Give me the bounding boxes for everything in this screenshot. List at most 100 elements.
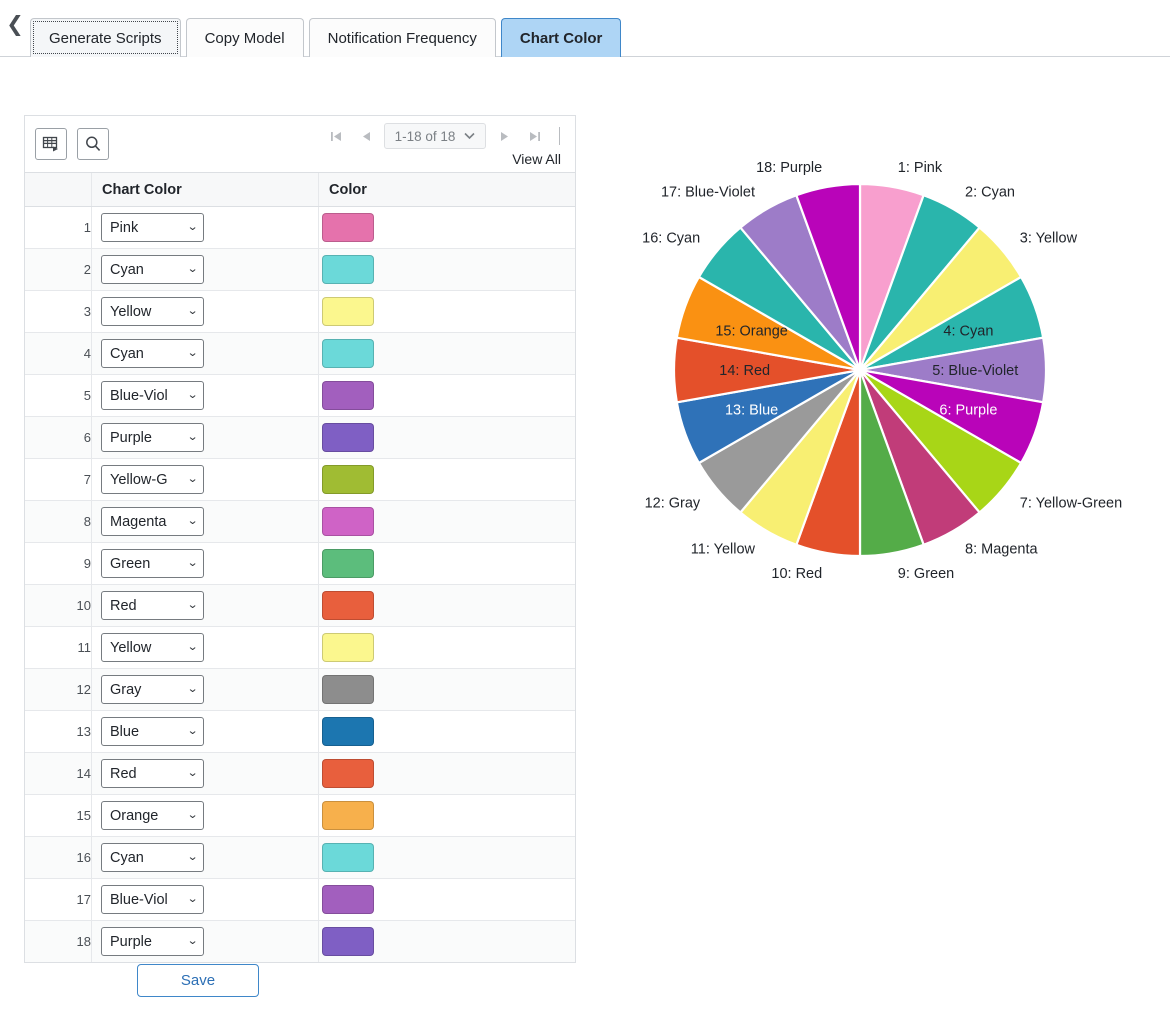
- color-swatch: [322, 801, 374, 830]
- chart-color-cell: Gray ⌄: [91, 668, 319, 711]
- tab-generate-scripts[interactable]: Generate Scripts: [30, 18, 181, 57]
- chevron-down-icon: ⌄: [186, 557, 199, 569]
- color-swatch: [322, 255, 374, 284]
- color-swatch: [322, 423, 374, 452]
- pie-slice-label: 5: Blue-Violet: [932, 363, 1018, 379]
- first-page-icon[interactable]: [321, 123, 351, 149]
- chevron-down-icon: [464, 132, 475, 140]
- chevron-down-icon: ⌄: [186, 515, 199, 527]
- chart-color-select-value: Cyan: [110, 345, 144, 362]
- previous-page-icon[interactable]: [351, 123, 381, 149]
- grid-personalize-button[interactable]: [35, 128, 67, 160]
- chart-color-cell: Blue ⌄: [91, 710, 319, 753]
- chart-color-select[interactable]: Magenta ⌄: [101, 507, 204, 536]
- chart-color-select[interactable]: Blue-Viol ⌄: [101, 381, 204, 410]
- row-index: 4: [25, 332, 92, 375]
- tab-copy-model[interactable]: Copy Model: [185, 18, 304, 57]
- color-swatch: [322, 465, 374, 494]
- pie-slice-label: 16: Cyan: [642, 231, 700, 247]
- column-header-color: Color: [318, 173, 575, 207]
- row-index: 18: [25, 920, 92, 962]
- row-index: 5: [25, 374, 92, 417]
- chart-color-select-value: Blue-Viol: [110, 891, 168, 908]
- chart-color-select[interactable]: Green ⌄: [101, 549, 204, 578]
- color-swatch-cell: [318, 416, 575, 459]
- chart-color-select[interactable]: Cyan ⌄: [101, 339, 204, 368]
- color-swatch-cell: [318, 332, 575, 375]
- chart-color-cell: Red ⌄: [91, 752, 319, 795]
- row-index: 15: [25, 794, 92, 837]
- row-index: 12: [25, 668, 92, 711]
- chart-color-select[interactable]: Yellow ⌄: [101, 297, 204, 326]
- chart-color-select-value: Orange: [110, 807, 159, 824]
- chart-color-cell: Pink ⌄: [91, 206, 319, 249]
- color-swatch: [322, 213, 374, 242]
- tab-notification-frequency[interactable]: Notification Frequency: [308, 18, 496, 57]
- save-button[interactable]: Save: [137, 964, 259, 997]
- pie-slice-label: 6: Purple: [939, 402, 997, 418]
- chart-color-select-value: Yellow-G: [110, 471, 168, 488]
- last-page-icon[interactable]: [519, 123, 549, 149]
- chart-color-select-value: Gray: [110, 681, 142, 698]
- chart-color-select-value: Blue: [110, 723, 140, 740]
- chevron-down-icon: ⌄: [186, 599, 199, 611]
- color-swatch-cell: [318, 458, 575, 501]
- color-swatch-cell: [318, 752, 575, 795]
- chart-color-select-value: Red: [110, 765, 137, 782]
- table-row: 3 Yellow ⌄: [25, 290, 575, 333]
- chevron-down-icon: ⌄: [186, 347, 199, 359]
- color-swatch-cell: [318, 626, 575, 669]
- chart-color-select[interactable]: Orange ⌄: [101, 801, 204, 830]
- chart-color-select[interactable]: Cyan ⌄: [101, 843, 204, 872]
- chart-color-cell: Red ⌄: [91, 584, 319, 627]
- chart-color-select[interactable]: Gray ⌄: [101, 675, 204, 704]
- view-all-link[interactable]: View All: [512, 151, 561, 167]
- chart-color-select[interactable]: Blue ⌄: [101, 717, 204, 746]
- pie-slice-label: 12: Gray: [645, 495, 701, 511]
- color-swatch: [322, 549, 374, 578]
- pie-slice-label: 17: Blue-Violet: [661, 185, 755, 201]
- pie-chart: 1: Pink 2: Cyan 3: Yellow 4: Cyan 5: Blue-Vi…: [642, 160, 1122, 582]
- chevron-down-icon: ⌄: [186, 263, 199, 275]
- chevron-down-icon: ⌄: [186, 683, 199, 695]
- chart-color-select-value: Blue-Viol: [110, 387, 168, 404]
- chart-color-select[interactable]: Red ⌄: [101, 759, 204, 788]
- next-page-icon[interactable]: [489, 123, 519, 149]
- grid-pager: 1-18 of 18 View All: [321, 122, 563, 167]
- chevron-down-icon: ⌄: [186, 725, 199, 737]
- chart-color-select[interactable]: Purple ⌄: [101, 927, 204, 956]
- chart-color-select[interactable]: Yellow-G ⌄: [101, 465, 204, 494]
- table-row: 14 Red ⌄: [25, 752, 575, 795]
- grid-find-button[interactable]: [77, 128, 109, 160]
- chevron-down-icon: ⌄: [186, 893, 199, 905]
- pie-slice-label: 8: Magenta: [965, 541, 1038, 557]
- table-row: 6 Purple ⌄: [25, 416, 575, 459]
- tab-label: Notification Frequency: [327, 29, 477, 47]
- chart-color-select-value: Green: [110, 555, 151, 572]
- table-row: 13 Blue ⌄: [25, 710, 575, 753]
- color-swatch-cell: [318, 710, 575, 753]
- back-chevron-icon[interactable]: ❮: [0, 0, 30, 56]
- grid-toolbar: 1-18 of 18 View All: [25, 116, 575, 173]
- chart-color-select[interactable]: Cyan ⌄: [101, 255, 204, 284]
- color-swatch-cell: [318, 542, 575, 585]
- chart-color-select-value: Red: [110, 597, 137, 614]
- chart-color-select[interactable]: Pink ⌄: [101, 213, 204, 242]
- chart-color-select[interactable]: Purple ⌄: [101, 423, 204, 452]
- chart-color-select[interactable]: Yellow ⌄: [101, 633, 204, 662]
- page-range-label: 1-18 of 18: [394, 128, 456, 144]
- tab-bar: ❮ Generate Scripts Copy Model Notificati…: [0, 0, 1170, 57]
- pie-slice-label: 11: Yellow: [691, 541, 756, 557]
- chart-color-cell: Green ⌄: [91, 542, 319, 585]
- page-range-select[interactable]: 1-18 of 18: [384, 123, 486, 149]
- chart-color-cell: Blue-Viol ⌄: [91, 878, 319, 921]
- chart-color-select[interactable]: Blue-Viol ⌄: [101, 885, 204, 914]
- pager-controls: 1-18 of 18: [321, 122, 563, 150]
- row-index: 14: [25, 752, 92, 795]
- chart-color-cell: Purple ⌄: [91, 416, 319, 459]
- color-swatch-cell: [318, 290, 575, 333]
- color-swatch-cell: [318, 374, 575, 417]
- tab-chart-color[interactable]: Chart Color: [500, 18, 622, 57]
- chart-color-select[interactable]: Red ⌄: [101, 591, 204, 620]
- color-swatch: [322, 633, 374, 662]
